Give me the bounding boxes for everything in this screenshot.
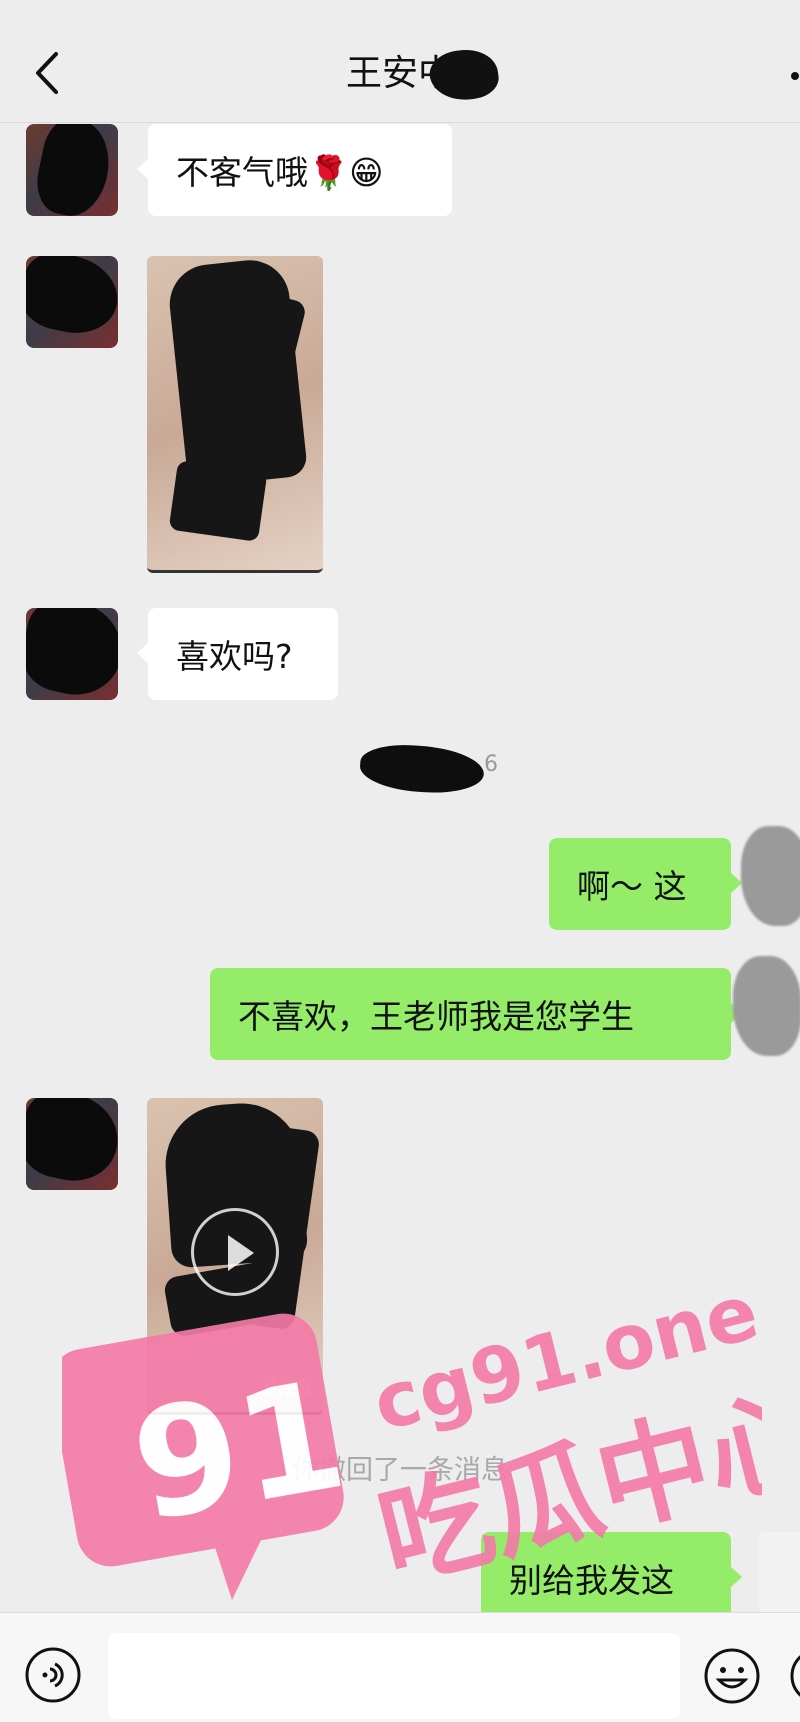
incoming-video[interactable]: 0:28 xyxy=(147,1098,323,1415)
contact-avatar[interactable] xyxy=(26,608,118,700)
voice-input-icon[interactable] xyxy=(24,1646,82,1704)
video-duration: 0:28 xyxy=(263,1376,311,1400)
recall-notice: 你撤回了一条消息 xyxy=(292,1455,508,1486)
contact-avatar[interactable] xyxy=(26,124,118,216)
contact-avatar[interactable] xyxy=(26,1098,118,1190)
message-input[interactable] xyxy=(108,1633,680,1719)
incoming-message-bubble[interactable]: 喜欢吗? xyxy=(137,608,338,700)
message-timestamp: 6 xyxy=(358,741,510,797)
play-icon[interactable] xyxy=(191,1208,279,1296)
my-avatar[interactable] xyxy=(741,826,800,926)
outgoing-message-bubble[interactable]: 啊～ 这 xyxy=(549,838,742,930)
more-options-icon[interactable] xyxy=(791,72,799,80)
incoming-image[interactable] xyxy=(147,256,323,573)
my-avatar[interactable] xyxy=(758,1532,800,1612)
chat-title: 王安中 xyxy=(345,53,454,94)
outgoing-message-bubble[interactable]: 不喜欢，王老师我是您学生 xyxy=(210,968,742,1060)
watermark-domain: cg91.one xyxy=(365,1270,762,1448)
emoji-icon[interactable] xyxy=(702,1646,762,1706)
timestamp-visible-digit: 6 xyxy=(484,752,498,777)
redaction-scribble xyxy=(358,741,486,797)
input-bar xyxy=(0,1612,800,1722)
chat-header: 王安中 xyxy=(0,0,800,123)
plus-icon[interactable] xyxy=(788,1646,800,1706)
contact-avatar[interactable] xyxy=(26,256,118,348)
my-avatar[interactable] xyxy=(733,956,800,1056)
incoming-message-bubble[interactable]: 不客气哦🌹😁 xyxy=(137,124,452,216)
outgoing-message-bubble[interactable]: 别给我发这 xyxy=(481,1532,742,1624)
